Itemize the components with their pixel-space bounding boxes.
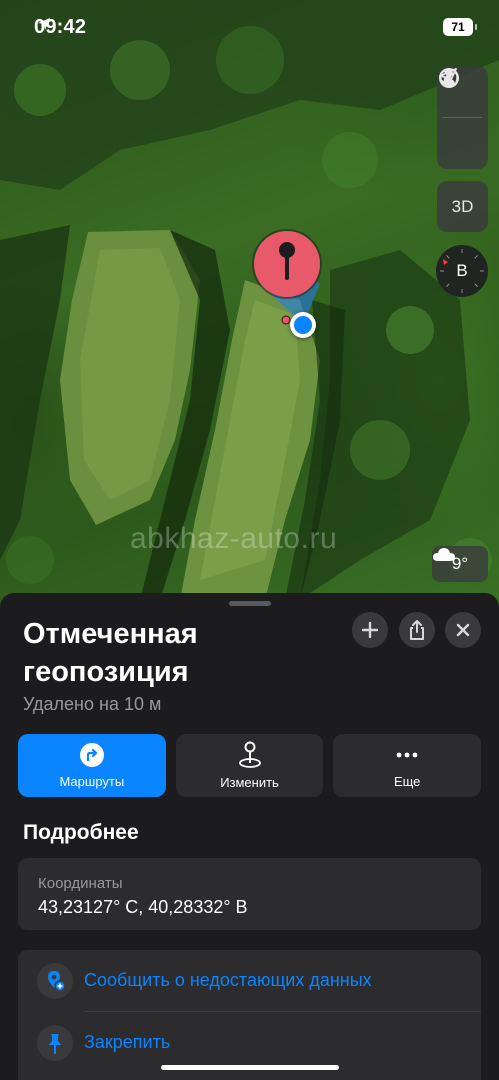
details-heading: Подробнее [23,821,139,844]
options-list: Сообщить о недостающих данных Закрепить [18,950,481,1080]
map-view[interactable]: 09:42 71 3D В abkhaz-auto.ru 9° [0,0,499,620]
watermark: abkhaz-auto.ru [130,522,338,555]
more-label: Еще [393,774,421,789]
battery-indicator: 71 [443,18,477,36]
home-indicator[interactable] [161,1065,339,1070]
place-card-sheet: Отмеченная геопозиция Удалено на 10 м Ма… [0,593,499,1080]
coordinates-card[interactable]: Координаты 43,23127° С, 40,28332° В [18,858,481,930]
location-services-icon [38,18,50,30]
location-arrow-icon [439,68,457,86]
pin-icon [252,229,322,299]
status-indicators: 71 [443,18,477,36]
more-icon [396,752,418,758]
close-icon [456,623,470,637]
report-missing-data-label: Сообщить о недостающих данных [84,970,372,990]
3d-toggle-button[interactable]: 3D [437,181,488,232]
sheet-grabber[interactable] [229,601,271,606]
marked-location-pin[interactable] [250,228,324,302]
pin-place-label: Закрепить [84,1032,171,1052]
report-missing-data-row[interactable]: Сообщить о недостающих данных [18,950,481,1011]
weather-badge[interactable]: 9° [432,546,488,582]
compass-direction: В [456,261,468,280]
compass-button[interactable]: В [436,245,488,297]
add-button[interactable] [352,612,388,648]
directions-button[interactable]: Маршруты [18,734,166,797]
report-icon-circle [37,962,73,999]
report-icon [48,970,66,992]
coordinates-label: Координаты [38,875,123,892]
coordinates-value: 43,23127° С, 40,28332° В [38,897,248,917]
pin-edit-icon [238,741,261,768]
close-button[interactable] [445,612,481,648]
status-time: 09:42 [34,16,86,39]
action-buttons: Маршруты Изменить Еще [18,734,482,797]
place-title: Отмеченная геопозиция [23,618,198,688]
pushpin-icon-circle [37,1024,73,1061]
more-button[interactable]: Еще [333,734,482,797]
pushpin-icon [49,1033,61,1054]
current-location-button[interactable] [437,68,488,169]
user-location-dot [290,312,316,338]
edit-label: Изменить [220,775,279,790]
share-button[interactable] [399,612,435,648]
status-bar: 09:42 71 [0,0,499,56]
map-controls [437,66,488,169]
cloud-icon [433,548,455,561]
pin-place-row[interactable]: Закрепить [18,1012,481,1073]
edit-button[interactable]: Изменить [175,734,324,797]
directions-label: Маршруты [59,774,125,789]
plus-icon [361,621,379,639]
share-icon [410,620,424,640]
place-distance: Удалено на 10 м [23,694,162,714]
directions-icon [79,743,104,767]
